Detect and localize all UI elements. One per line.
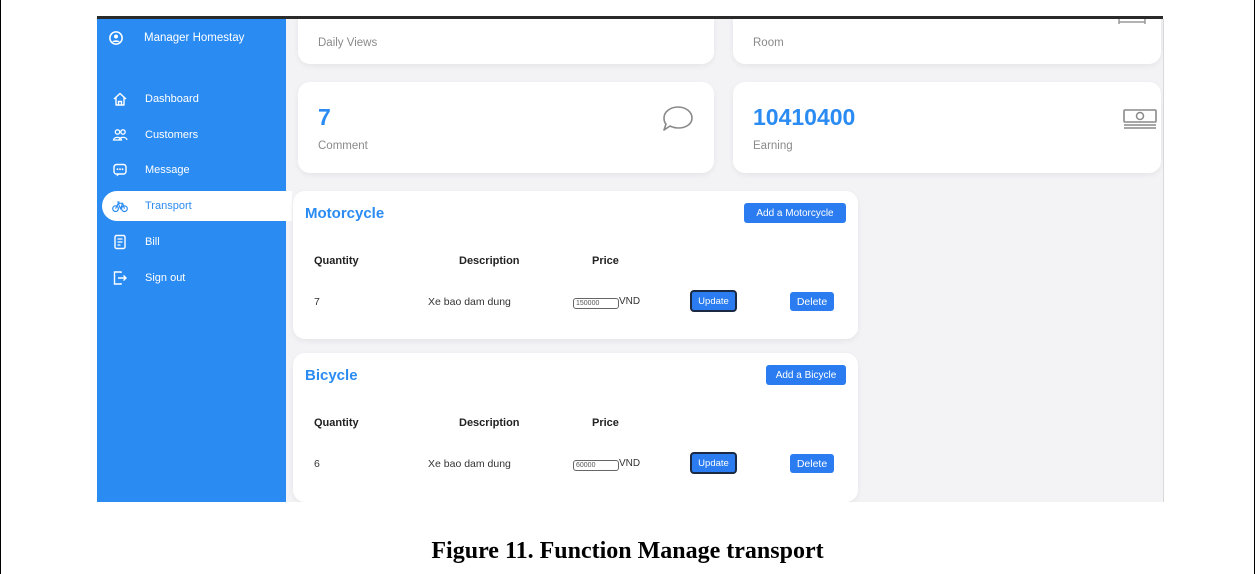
sidebar-item-label: Message xyxy=(145,164,190,176)
room-label: Room xyxy=(753,37,784,49)
comment-card: 7 Comment xyxy=(298,82,714,173)
users-icon xyxy=(112,127,128,143)
daily-views-label: Daily Views xyxy=(318,37,378,49)
price-input[interactable]: 60000 xyxy=(573,460,619,471)
brand: Manager Homestay xyxy=(109,31,244,45)
sign-out-icon xyxy=(112,270,128,286)
earning-card: 10410400 Earning xyxy=(733,82,1161,173)
delete-button[interactable]: Delete xyxy=(790,292,834,311)
bicycle-title: Bicycle xyxy=(305,367,358,384)
comment-label: Comment xyxy=(318,140,368,152)
sidebar-item-label: Bill xyxy=(145,236,160,248)
quantity-cell: 7 xyxy=(314,296,320,308)
chat-bubble-icon xyxy=(663,106,693,131)
sidebar-item-label: Customers xyxy=(145,129,199,141)
update-button[interactable]: Update xyxy=(690,290,737,312)
sidebar-item-label: Dashboard xyxy=(145,93,199,105)
sidebar-item-transport[interactable]: Transport xyxy=(102,191,292,221)
brand-name: Manager Homestay xyxy=(144,32,245,44)
delete-button[interactable]: Delete xyxy=(790,454,834,473)
daily-views-card: Daily Views xyxy=(298,19,714,64)
comment-count: 7 xyxy=(318,104,331,130)
figure-caption: Figure 11. Function Manage transport xyxy=(431,538,824,564)
description-header: Description xyxy=(459,417,520,429)
room-card: Room xyxy=(733,19,1161,64)
sidebar-item-dashboard[interactable]: Dashboard xyxy=(97,84,286,114)
earning-amount: 10410400 xyxy=(753,104,856,130)
sidebar-item-label: Sign out xyxy=(145,272,186,284)
description-cell: Xe bao dam dung xyxy=(428,458,511,470)
quantity-header: Quantity xyxy=(314,255,359,267)
description-cell: Xe bao dam dung xyxy=(428,296,511,308)
bicycle-card: Bicycle Add a Bicycle Quantity Descripti… xyxy=(293,353,858,502)
quantity-header: Quantity xyxy=(314,417,359,429)
description-header: Description xyxy=(459,255,520,267)
sidebar-item-message[interactable]: Message xyxy=(97,155,286,185)
update-button[interactable]: Update xyxy=(690,452,737,474)
bed-icon xyxy=(1118,19,1146,24)
sidebar: Manager Homestay Dashboard Customers Mes… xyxy=(97,19,292,502)
user-circle-icon xyxy=(109,31,123,45)
bill-icon xyxy=(112,234,128,250)
motorcycle-card: Motorcycle Add a Motorcycle Quantity Des… xyxy=(293,191,858,339)
motorcycle-title: Motorcycle xyxy=(305,205,385,222)
bicycle-icon xyxy=(112,198,128,214)
earning-label: Earning xyxy=(753,140,793,152)
sidebar-item-sign-out[interactable]: Sign out xyxy=(97,263,286,293)
currency-label: VND xyxy=(619,296,641,307)
add-bicycle-button[interactable]: Add a Bicycle xyxy=(766,365,846,385)
price-header: Price xyxy=(592,255,619,267)
currency-label: VND xyxy=(619,458,641,469)
price-header: Price xyxy=(592,417,619,429)
app-screen: Manager Homestay Dashboard Customers Mes… xyxy=(97,19,1163,502)
add-motorcycle-button[interactable]: Add a Motorcycle xyxy=(744,203,846,223)
message-icon xyxy=(112,162,128,178)
screen-right-edge xyxy=(1163,19,1164,502)
money-icon xyxy=(1123,109,1157,129)
home-icon xyxy=(112,91,128,107)
quantity-cell: 6 xyxy=(314,458,320,470)
sidebar-item-bill[interactable]: Bill xyxy=(97,227,286,257)
price-input[interactable]: 150000 xyxy=(573,298,619,309)
sidebar-item-customers[interactable]: Customers xyxy=(97,120,286,150)
sidebar-item-label: Transport xyxy=(145,200,192,212)
